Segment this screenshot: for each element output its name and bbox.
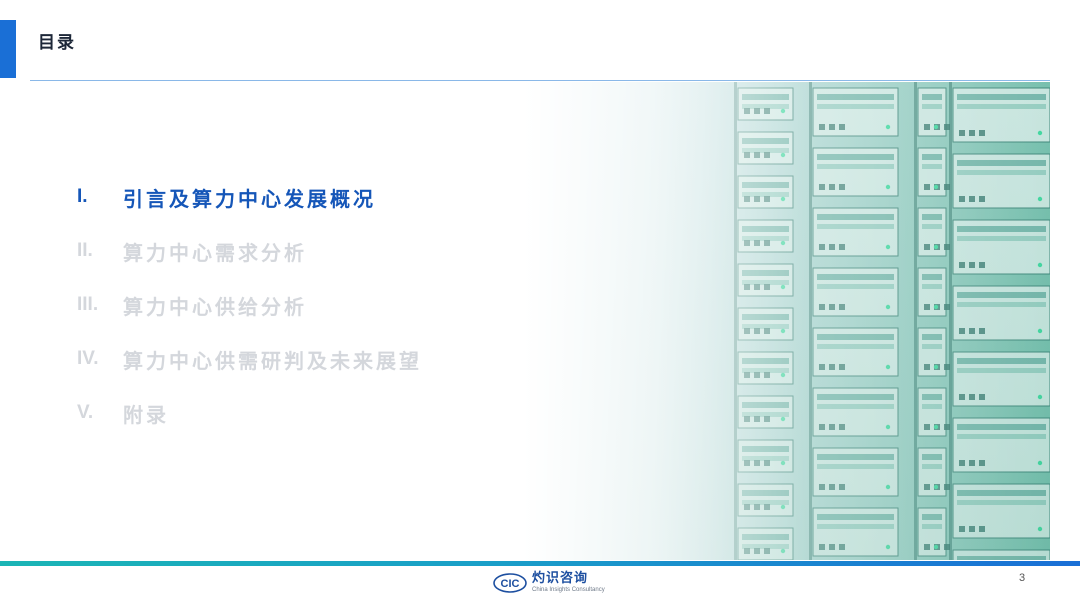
toc-item-number: III. — [77, 294, 99, 315]
toc-item-1[interactable]: I. 引言及算力中心发展概况 — [77, 180, 376, 214]
logo-english-text: China Insights Consultancy — [532, 587, 605, 593]
toc-item-label: 算力中心需求分析 — [123, 240, 307, 265]
toc-item-number: II. — [77, 240, 93, 261]
svg-text:CIC: CIC — [501, 578, 520, 590]
toc-item-number: V. — [77, 402, 94, 423]
toc-item-label: 附录 — [123, 402, 169, 427]
toc-item-2[interactable]: II. 算力中心需求分析 — [77, 234, 307, 268]
toc-item-5[interactable]: V. 附录 — [77, 396, 169, 430]
title-divider — [30, 80, 1050, 81]
toc-item-number: IV. — [77, 348, 99, 369]
footer-divider — [0, 561, 1080, 566]
page-title: 目录 — [38, 33, 76, 53]
company-logo: CIC 灼识咨询 China Insights Consultancy — [492, 571, 605, 595]
page-number: 3 — [1019, 572, 1026, 584]
toc-item-label: 引言及算力中心发展概况 — [123, 186, 376, 211]
toc-item-label: 算力中心供需研判及未来展望 — [123, 348, 422, 373]
cic-logo-icon: CIC — [493, 573, 527, 593]
toc-item-3[interactable]: III. 算力中心供给分析 — [77, 288, 307, 322]
server-rack-image — [523, 82, 1050, 560]
toc-item-4[interactable]: IV. 算力中心供需研判及未来展望 — [77, 342, 422, 376]
logo-chinese-text: 灼识咨询 — [532, 571, 589, 586]
header-accent-bar — [0, 20, 16, 78]
toc-item-label: 算力中心供给分析 — [123, 294, 307, 319]
toc-item-number: I. — [77, 186, 88, 207]
